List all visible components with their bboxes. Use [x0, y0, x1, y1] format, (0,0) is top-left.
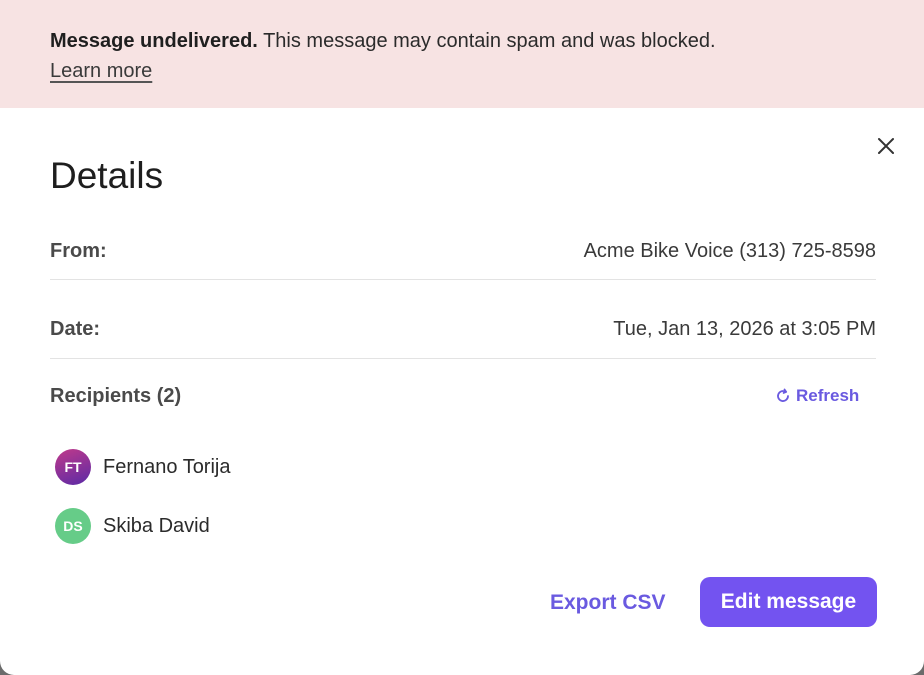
- avatar: FT: [55, 449, 91, 485]
- refresh-icon: [777, 388, 789, 402]
- recipient-name: Fernano Torija: [103, 455, 231, 478]
- dialog-title: Details: [50, 155, 164, 196]
- date-label: Date:: [50, 317, 101, 340]
- edit-message-button[interactable]: Edit message: [700, 577, 877, 627]
- undelivered-banner: Message undelivered. This message may co…: [0, 0, 924, 108]
- divider: [50, 358, 876, 359]
- from-value: Acme Bike Voice (313) 725-8598: [583, 239, 876, 262]
- avatar: DS: [55, 508, 91, 544]
- refresh-label: Refresh: [796, 386, 860, 405]
- divider: [50, 279, 876, 280]
- date-value: Tue, Jan 13, 2026 at 3:05 PM: [613, 317, 876, 340]
- banner-title: Message undelivered.: [50, 30, 258, 52]
- refresh-button[interactable]: Refresh: [775, 386, 859, 406]
- recipient-item: DS Skiba David: [55, 508, 210, 544]
- details-dialog: Message undelivered. This message may co…: [0, 0, 924, 675]
- close-button[interactable]: [872, 132, 900, 160]
- export-csv-button[interactable]: Export CSV: [540, 578, 676, 628]
- banner-text: This message may contain spam and was bl…: [257, 30, 716, 52]
- date-row: Date: Tue, Jan 13, 2026 at 3:05 PM: [50, 314, 876, 344]
- from-row: From: Acme Bike Voice (313) 725-8598: [50, 236, 876, 266]
- learn-more-link[interactable]: Learn more: [50, 58, 152, 84]
- from-label: From:: [50, 239, 107, 262]
- recipients-label: Recipients (2): [50, 385, 182, 407]
- banner-message: Message undelivered. This message may co…: [50, 28, 716, 54]
- close-icon: [878, 138, 894, 154]
- recipient-name: Skiba David: [103, 514, 210, 537]
- recipient-item: FT Fernano Torija: [55, 449, 230, 485]
